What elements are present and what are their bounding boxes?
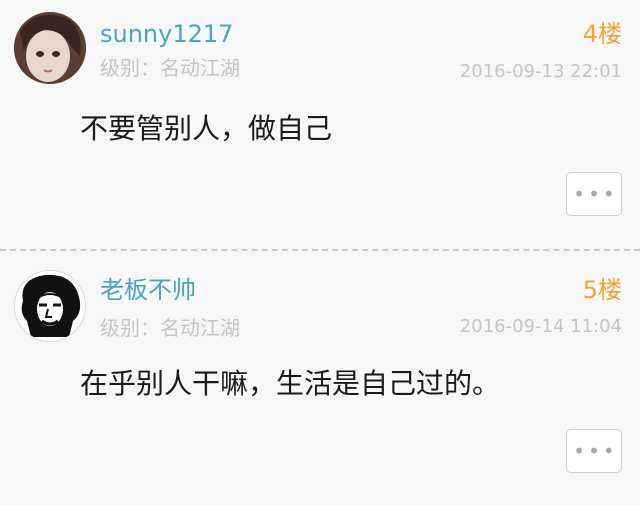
level-value: 名动江湖 xyxy=(160,56,240,80)
level-label: 级别： xyxy=(100,56,160,80)
level-value: 名动江湖 xyxy=(160,316,240,340)
comment-text: 在乎别人干嘛，生活是自己过的。 xyxy=(80,367,501,400)
floor-number: 4楼 xyxy=(582,20,622,48)
avatar[interactable] xyxy=(14,270,86,342)
ellipsis-icon: ••• xyxy=(573,439,618,463)
timestamp: 2016-09-13 22:01 xyxy=(459,61,622,82)
avatar[interactable] xyxy=(14,12,86,84)
divider xyxy=(0,249,640,251)
avatar-portrait-icon xyxy=(15,271,85,341)
user-level: 级别：名动江湖 xyxy=(100,316,240,340)
username[interactable]: sunny1217 xyxy=(100,20,233,48)
comment-text: 不要管别人，做自己 xyxy=(80,112,333,145)
timestamp: 2016-09-14 11:04 xyxy=(459,316,622,337)
more-options-button[interactable]: ••• xyxy=(566,172,622,216)
level-label: 级别： xyxy=(100,316,160,340)
user-level: 级别：名动江湖 xyxy=(100,56,240,80)
comment-post: sunny1217 级别：名动江湖 4楼 2016-09-13 22:01 不要… xyxy=(0,0,640,243)
username[interactable]: 老板不帅 xyxy=(100,276,196,304)
floor-number: 5楼 xyxy=(582,276,622,304)
more-options-button[interactable]: ••• xyxy=(566,429,622,473)
ellipsis-icon: ••• xyxy=(573,182,618,206)
comment-post: 老板不帅 级别：名动江湖 5楼 2016-09-14 11:04 在乎别人干嘛，… xyxy=(0,255,640,505)
avatar-photo-icon xyxy=(14,12,86,84)
